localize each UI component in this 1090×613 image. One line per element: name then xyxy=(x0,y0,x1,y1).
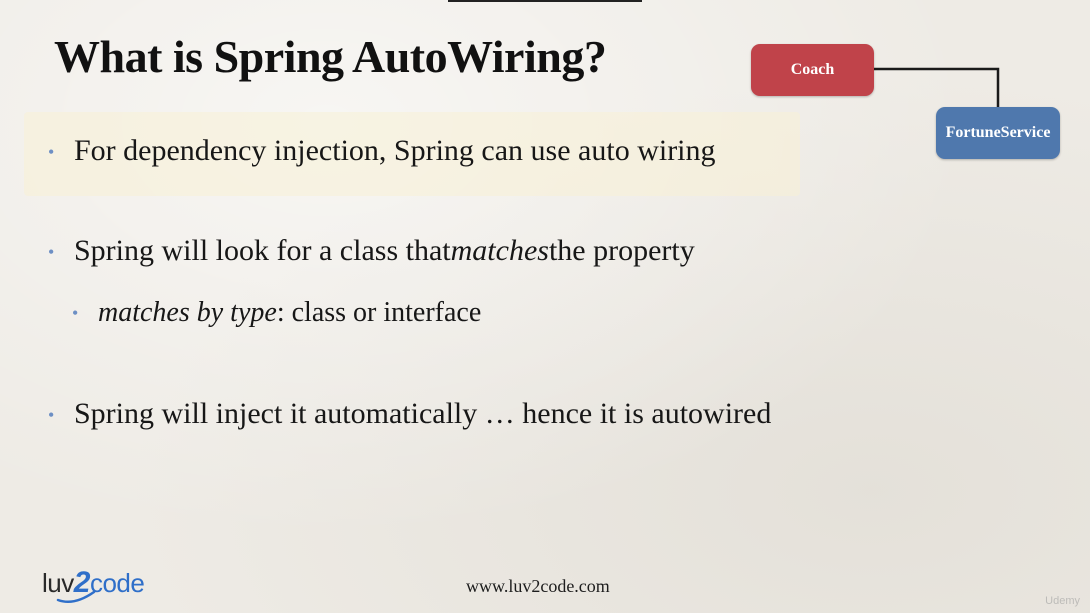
bullet-dot-icon: • xyxy=(48,405,55,425)
top-divider xyxy=(448,0,642,2)
bullet-text: : class or interface xyxy=(276,297,482,328)
logo-swoosh-icon xyxy=(56,590,96,603)
fortune-service-node: FortuneService xyxy=(936,107,1060,159)
slide: What is Spring AutoWiring? • For depende… xyxy=(0,0,1090,613)
bullet-text: Spring will inject it automatically … he… xyxy=(74,397,772,430)
sub-bullet-item: • matches by type: class or interface xyxy=(72,297,481,329)
footer-url: www.luv2code.com xyxy=(466,576,610,596)
bullet-text-italic: matches xyxy=(450,234,549,267)
bullet-item: • Spring will inject it automatically … … xyxy=(48,397,771,431)
watermark: Udemy xyxy=(1045,595,1080,607)
coach-node-label: Coach xyxy=(790,61,835,78)
bullet-text: Spring will look for a class that xyxy=(74,234,451,267)
bullet-text: the property xyxy=(548,234,695,267)
bullet-text-italic: matches by type xyxy=(98,297,277,328)
fortune-service-node-label: FortuneService xyxy=(945,124,1051,141)
bullet-item: • For dependency injection, Spring can u… xyxy=(48,134,716,168)
bullet-dot-icon: • xyxy=(72,303,79,323)
coach-node: Coach xyxy=(751,44,874,96)
logo-text-code: code xyxy=(89,568,145,598)
bullet-item: • Spring will look for a class that matc… xyxy=(48,234,695,268)
slide-title: What is Spring AutoWiring? xyxy=(54,31,607,82)
bullet-dot-icon: • xyxy=(48,242,55,262)
bullet-dot-icon: • xyxy=(48,142,55,162)
bullet-text: For dependency injection, Spring can use… xyxy=(74,134,716,167)
